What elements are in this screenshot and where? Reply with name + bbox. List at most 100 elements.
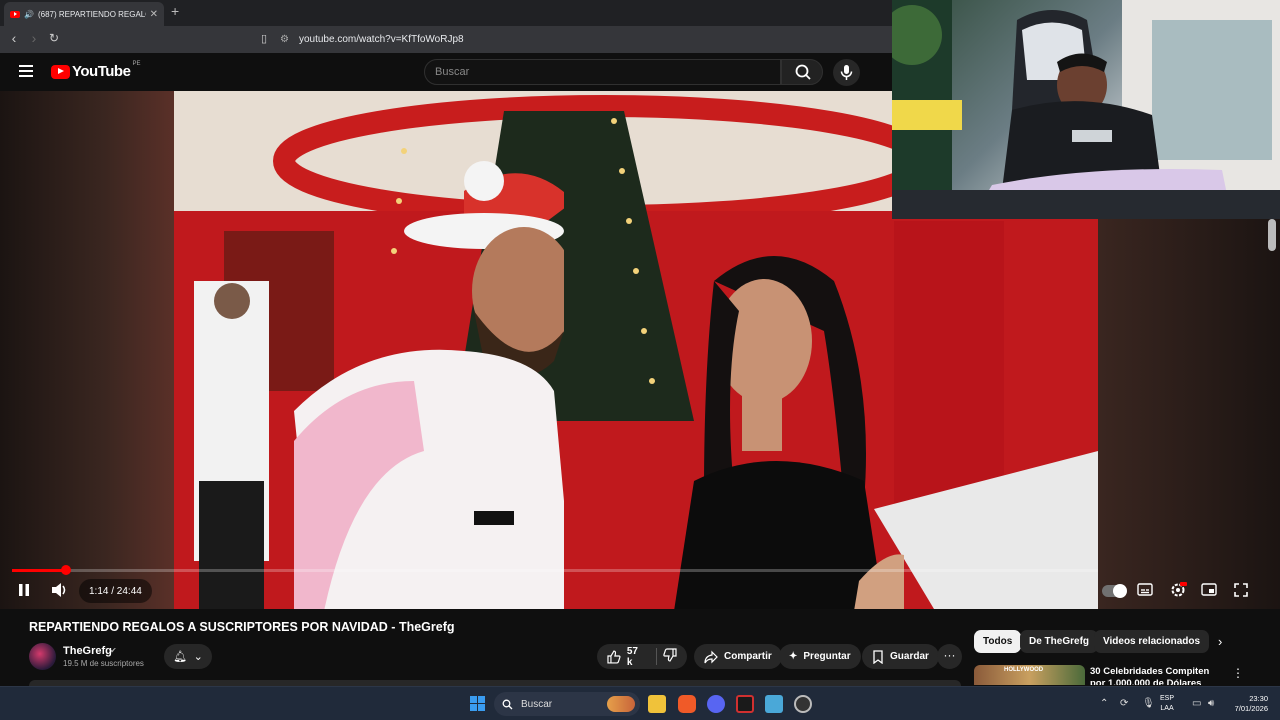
brave-browser-icon[interactable] [678,695,696,713]
search-icon [795,64,811,80]
progress-bar-played [12,569,66,572]
browser-tab[interactable]: 🔊 (687) REPARTIENDO REGALOS ✕ [4,2,164,26]
subscriber-count: 19.5 M de suscriptores [63,659,144,668]
speaker-tray-icon[interactable]: 🔊︎ [1208,698,1214,709]
network-icon[interactable]: ▭ [1192,698,1201,709]
thumbnail-text: HOLLYWOOD [1004,667,1044,673]
fullscreen-button[interactable] [1233,580,1249,603]
dislike-button[interactable] [663,648,677,665]
voice-search-button[interactable] [833,59,860,86]
subtitles-button[interactable] [1137,580,1153,603]
clock-date: 7/01/2026 [1234,704,1268,713]
ask-button[interactable]: ✦ Preguntar [779,644,861,669]
channel-name[interactable]: TheGrefg [63,645,112,657]
discord-icon[interactable] [707,695,725,713]
youtube-header: YouTube PE Buscar [0,53,892,91]
streamer-webcam-overlay [892,0,1280,219]
share-button[interactable]: Compartir [694,644,782,669]
thumbs-up-icon [607,649,621,664]
chip-all[interactable]: Todos [974,630,1022,653]
microphone-tray-icon[interactable]: 🎙︎ [1142,698,1155,709]
gear-icon [1171,582,1187,597]
autoplay-toggle[interactable] [1102,584,1127,598]
miniplayer-button[interactable] [1201,580,1217,603]
youtube-play-logo-icon [51,64,70,79]
time-text: 1:14 / 24:44 [89,585,142,597]
system-clock[interactable]: 23:30 7/01/2026 [1228,694,1268,714]
search-input[interactable]: Buscar [424,59,781,85]
subtitles-icon [1137,583,1153,596]
windows-start-icon[interactable] [470,696,485,711]
recommended-video-thumbnail[interactable]: HOLLYWOOD [974,665,1085,685]
search-button[interactable] [781,59,823,85]
like-button[interactable]: 57 k [607,646,646,668]
language-line-2: LAA [1160,705,1174,712]
page-scrollbar[interactable] [1268,219,1276,251]
video-title: REPARTIENDO REGALOS A SUSCRIPTORES POR N… [29,620,455,634]
more-actions-button[interactable]: ··· [937,644,962,669]
app-x-icon[interactable] [736,695,754,713]
logo-text: YouTube [72,63,131,80]
sync-icon[interactable]: ⟳ [1120,698,1128,709]
youtube-logo[interactable]: YouTube PE [51,60,141,80]
youtube-favicon-icon [10,10,20,18]
sparkle-icon: ✦ [789,651,798,662]
kebab-menu-icon[interactable]: ⋮ [1232,666,1244,680]
close-tab-icon[interactable]: ✕ [150,9,158,20]
app-window-icon[interactable] [765,695,783,713]
woman-in-black-top-illustration [674,256,904,609]
save-label: Guardar [890,651,929,662]
back-icon[interactable]: ‹ [5,30,23,46]
bookmark-icon[interactable]: ▯ [255,32,273,45]
time-display: 1:14 / 24:44 [79,579,152,603]
progress-scrubber-handle[interactable] [61,565,71,575]
clock-time: 23:30 [1249,694,1268,703]
speaker-icon[interactable]: 🔊 [24,10,34,19]
progress-bar[interactable] [12,569,1098,572]
fullscreen-icon [1234,583,1248,597]
file-explorer-icon[interactable] [648,695,666,713]
chip-from-channel[interactable]: De TheGrefg [1020,630,1099,653]
bookmark-save-icon [873,649,883,664]
reload-icon[interactable]: ↻ [45,31,63,45]
pause-icon [19,584,29,596]
taskbar-search-label: Buscar [521,698,553,710]
url-bar[interactable]: ⚙ youtube.com/watch?v=KfTfoWoRJp8 [280,29,880,50]
man-in-santa-hat-illustration [294,161,564,609]
search-icon [502,699,513,709]
search-highlight-icon[interactable] [607,696,635,712]
like-dislike-group: 57 k [597,644,687,669]
volume-button[interactable] [50,580,68,603]
search-placeholder: Buscar [435,66,470,78]
ambient-blur-left [0,91,174,609]
chevron-up-icon[interactable]: ⌃ [1100,698,1108,709]
chevron-right-icon[interactable]: › [1218,634,1222,649]
channel-avatar[interactable] [29,643,56,670]
like-divider [656,648,657,665]
language-line-1: ESP [1160,695,1175,702]
address-bar-row: ‹ › ↻ ▯ ⚙ youtube.com/watch?v=KfTfoWoRJp… [0,26,892,53]
microphone-icon [840,65,853,80]
save-button[interactable]: Guardar [862,644,939,669]
ambient-blur-right [1098,219,1280,609]
country-code: PE [132,60,141,67]
share-icon [704,650,718,663]
share-label: Compartir [724,651,772,662]
webcam-scene-illustration [892,0,1280,219]
volume-icon [52,583,66,597]
language-indicator[interactable]: ESP LAA [1160,694,1174,714]
chip-related-videos[interactable]: Videos relacionados [1094,630,1210,653]
site-info-icon[interactable]: ⚙ [280,34,289,45]
forward-icon[interactable]: › [25,30,43,46]
new-tab-button[interactable]: + [171,3,179,19]
pause-button[interactable] [17,580,31,603]
hamburger-menu-icon[interactable] [19,65,33,77]
bell-icon: 🔔︎ [173,651,188,663]
thumbs-down-icon [663,648,677,662]
settings-button[interactable] [1169,580,1187,603]
tab-title: (687) REPARTIENDO REGALOS [37,9,146,19]
recommended-video-title[interactable]: 30 Celebridades Compiten por 1.000.000 d… [1090,666,1225,685]
subscription-bell-button[interactable]: 🔔︎ ⌄ [164,644,212,669]
chevron-down-icon: ⌄ [193,651,203,663]
app-circle-icon[interactable] [794,695,812,713]
